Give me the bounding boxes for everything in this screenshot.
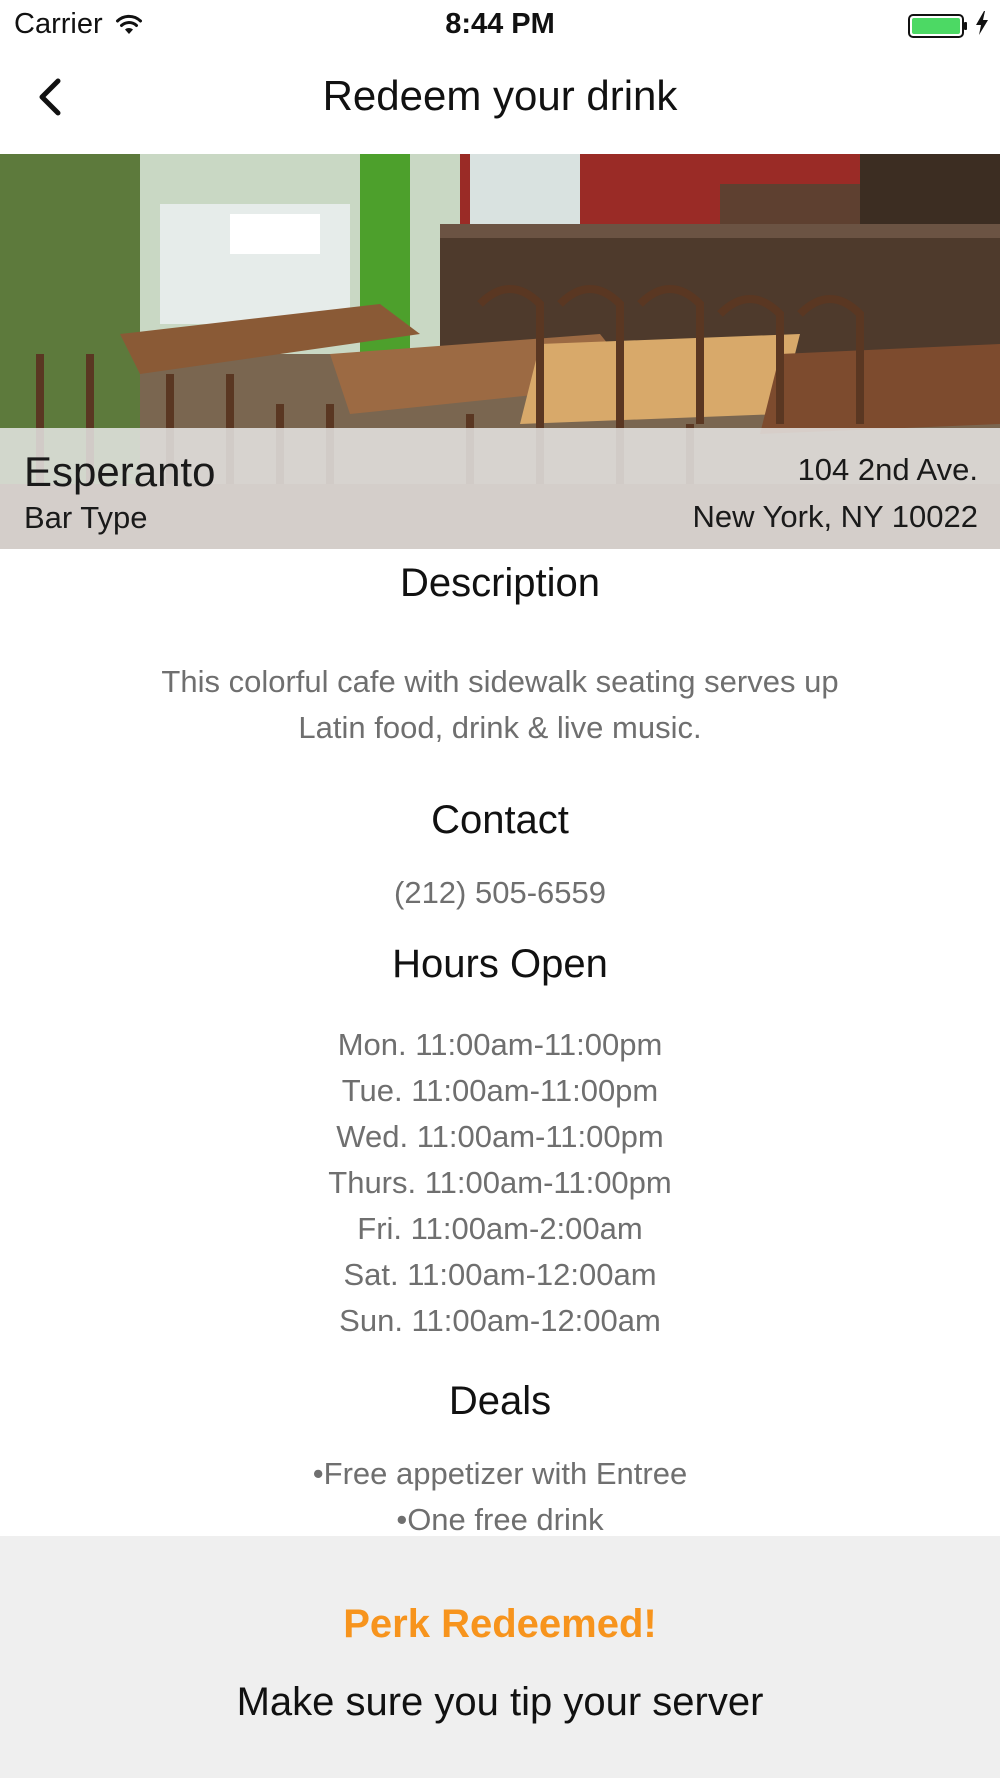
phone-number[interactable]: (212) 505-6559 — [0, 870, 1000, 916]
navigation-bar: Redeem your drink — [0, 50, 1000, 154]
hours-item: Fri. 11:00am-2:00am — [357, 1211, 643, 1246]
venue-address-line2: New York, NY 10022 — [692, 499, 978, 534]
venue-photo: Esperanto Bar Type 104 2nd Ave. New York… — [0, 154, 1000, 549]
perk-redeemed-title: Perk Redeemed! — [343, 1602, 657, 1646]
hours-item: Sun. 11:00am-12:00am — [339, 1303, 661, 1338]
battery-icon — [908, 10, 990, 41]
hours-item: Wed. 11:00am-11:00pm — [336, 1119, 664, 1154]
redeem-panel: Perk Redeemed! Make sure you tip your se… — [0, 1536, 1000, 1778]
tip-message: Make sure you tip your server — [236, 1680, 764, 1724]
hours-list: Mon. 11:00am-11:00pm Tue. 11:00am-11:00p… — [0, 1022, 1000, 1344]
description-heading: Description — [399, 561, 601, 605]
deals-list: •Free appetizer with Entree •One free dr… — [0, 1451, 1000, 1543]
venue-type: Bar Type — [24, 500, 148, 535]
hours-item: Sat. 11:00am-12:00am — [343, 1257, 657, 1292]
hours-item: Thurs. 11:00am-11:00pm — [328, 1165, 672, 1200]
contact-heading: Contact — [431, 798, 569, 842]
venue-address-line1: 104 2nd Ave. — [797, 452, 978, 487]
hours-heading: Hours Open — [392, 942, 608, 986]
venue-info-overlay: Esperanto Bar Type 104 2nd Ave. New York… — [0, 428, 1000, 549]
status-bar: Carrier 8:44 PM — [0, 0, 1000, 50]
page-title: Redeem your drink — [322, 72, 678, 119]
status-time: 8:44 PM — [445, 8, 555, 40]
charging-bolt-icon — [974, 10, 990, 41]
venue-name: Esperanto — [24, 448, 216, 495]
hours-item: Tue. 11:00am-11:00pm — [341, 1073, 659, 1108]
deal-item: •Free appetizer with Entree — [312, 1456, 688, 1491]
hours-item: Mon. 11:00am-11:00pm — [337, 1027, 663, 1062]
deals-heading: Deals — [448, 1379, 552, 1423]
description-text: This colorful cafe with sidewalk seating… — [161, 664, 839, 745]
